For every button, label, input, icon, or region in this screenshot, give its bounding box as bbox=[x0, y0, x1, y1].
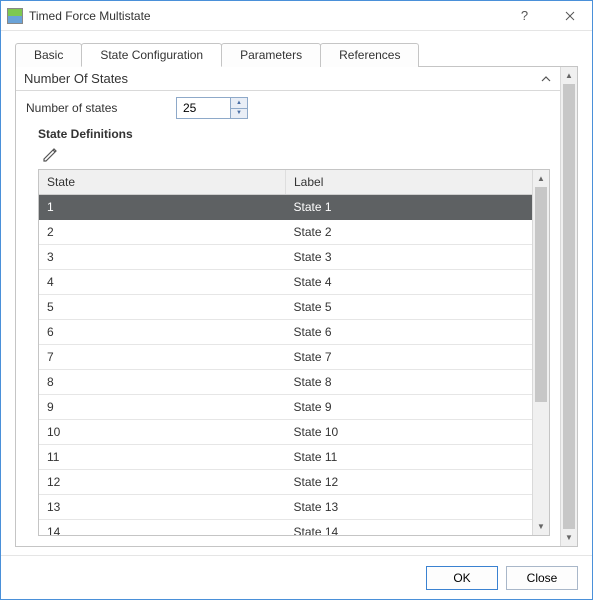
chevron-up-icon bbox=[540, 73, 552, 85]
col-label[interactable]: Label bbox=[286, 170, 533, 195]
dialog-window: Timed Force Multistate ? Basic State Con… bbox=[0, 0, 593, 600]
close-icon bbox=[565, 11, 575, 21]
spinner-up[interactable]: ▲ bbox=[231, 98, 247, 109]
tab-panel: Number Of States Number of states ▲ ▼ bbox=[15, 66, 578, 547]
table-row[interactable]: 2State 2 bbox=[39, 220, 532, 245]
table-body: 1State 12State 23State 34State 45State 5… bbox=[39, 195, 532, 536]
spinner-down[interactable]: ▼ bbox=[231, 109, 247, 119]
cell-state: 3 bbox=[39, 245, 286, 270]
cell-label: State 13 bbox=[286, 495, 533, 520]
table-row[interactable]: 8State 8 bbox=[39, 370, 532, 395]
ok-button[interactable]: OK bbox=[426, 566, 498, 590]
tab-state-configuration[interactable]: State Configuration bbox=[81, 43, 222, 67]
num-states-spinner[interactable]: ▲ ▼ bbox=[176, 97, 248, 119]
cell-label: State 2 bbox=[286, 220, 533, 245]
cell-label: State 5 bbox=[286, 295, 533, 320]
state-definitions-label: State Definitions bbox=[38, 127, 550, 141]
col-state[interactable]: State bbox=[39, 170, 286, 195]
content-area: Basic State Configuration Parameters Ref… bbox=[1, 31, 592, 555]
help-button[interactable]: ? bbox=[502, 1, 547, 31]
table-row[interactable]: 3State 3 bbox=[39, 245, 532, 270]
section-header[interactable]: Number Of States bbox=[16, 67, 560, 91]
panel-scroll-thumb[interactable] bbox=[563, 84, 575, 529]
num-states-label: Number of states bbox=[26, 101, 166, 115]
cell-state: 7 bbox=[39, 345, 286, 370]
cell-label: State 4 bbox=[286, 270, 533, 295]
edit-button[interactable] bbox=[40, 145, 62, 163]
tab-references[interactable]: References bbox=[320, 43, 419, 67]
cell-state: 5 bbox=[39, 295, 286, 320]
panel-scroll-track[interactable] bbox=[561, 84, 577, 529]
cell-state: 1 bbox=[39, 195, 286, 220]
scroll-down-button[interactable]: ▼ bbox=[533, 518, 549, 535]
cell-label: State 3 bbox=[286, 245, 533, 270]
table-row[interactable]: 11State 11 bbox=[39, 445, 532, 470]
cell-label: State 10 bbox=[286, 420, 533, 445]
table-row[interactable]: 13State 13 bbox=[39, 495, 532, 520]
cell-state: 10 bbox=[39, 420, 286, 445]
table-row[interactable]: 7State 7 bbox=[39, 345, 532, 370]
panel-scrollbar[interactable]: ▲ ▼ bbox=[560, 67, 577, 546]
tabstrip: Basic State Configuration Parameters Ref… bbox=[15, 43, 578, 67]
table-row[interactable]: 12State 12 bbox=[39, 470, 532, 495]
cell-label: State 11 bbox=[286, 445, 533, 470]
table-row[interactable]: 1State 1 bbox=[39, 195, 532, 220]
scroll-up-button[interactable]: ▲ bbox=[533, 170, 549, 187]
cell-state: 2 bbox=[39, 220, 286, 245]
num-states-row: Number of states ▲ ▼ bbox=[26, 97, 550, 119]
dialog-footer: OK Close bbox=[1, 555, 592, 599]
table-row[interactable]: 10State 10 bbox=[39, 420, 532, 445]
table-row[interactable]: 4State 4 bbox=[39, 270, 532, 295]
cell-state: 8 bbox=[39, 370, 286, 395]
cell-state: 13 bbox=[39, 495, 286, 520]
cell-label: State 6 bbox=[286, 320, 533, 345]
table-row[interactable]: 6State 6 bbox=[39, 320, 532, 345]
cell-label: State 14 bbox=[286, 520, 533, 536]
window-title: Timed Force Multistate bbox=[29, 9, 502, 23]
cell-label: State 8 bbox=[286, 370, 533, 395]
scroll-thumb[interactable] bbox=[535, 187, 547, 402]
app-icon bbox=[7, 8, 23, 24]
table-scrollbar[interactable]: ▲ ▼ bbox=[532, 170, 549, 535]
table-row[interactable]: 5State 5 bbox=[39, 295, 532, 320]
cell-state: 11 bbox=[39, 445, 286, 470]
tab-basic[interactable]: Basic bbox=[15, 43, 82, 67]
state-table: State Label 1State 12State 23State 34Sta… bbox=[39, 170, 532, 535]
cell-label: State 9 bbox=[286, 395, 533, 420]
titlebar: Timed Force Multistate ? bbox=[1, 1, 592, 31]
table-row[interactable]: 9State 9 bbox=[39, 395, 532, 420]
cell-label: State 1 bbox=[286, 195, 533, 220]
close-window-button[interactable] bbox=[547, 1, 592, 31]
num-states-input[interactable] bbox=[176, 97, 230, 119]
section-title: Number Of States bbox=[24, 71, 128, 86]
cell-state: 12 bbox=[39, 470, 286, 495]
cell-label: State 7 bbox=[286, 345, 533, 370]
state-table-container: State Label 1State 12State 23State 34Sta… bbox=[38, 169, 550, 536]
cell-state: 4 bbox=[39, 270, 286, 295]
cell-state: 6 bbox=[39, 320, 286, 345]
panel-scroll-up[interactable]: ▲ bbox=[561, 67, 577, 84]
panel-scroll-down[interactable]: ▼ bbox=[561, 529, 577, 546]
close-button[interactable]: Close bbox=[506, 566, 578, 590]
tab-parameters[interactable]: Parameters bbox=[221, 43, 321, 67]
cell-state: 14 bbox=[39, 520, 286, 536]
cell-label: State 12 bbox=[286, 470, 533, 495]
scroll-track[interactable] bbox=[533, 187, 549, 518]
table-header-row: State Label bbox=[39, 170, 532, 195]
table-row[interactable]: 14State 14 bbox=[39, 520, 532, 536]
cell-state: 9 bbox=[39, 395, 286, 420]
pencil-icon bbox=[42, 145, 60, 163]
section-body: Number of states ▲ ▼ State Definitions bbox=[16, 91, 560, 546]
spinner-buttons: ▲ ▼ bbox=[230, 97, 248, 119]
